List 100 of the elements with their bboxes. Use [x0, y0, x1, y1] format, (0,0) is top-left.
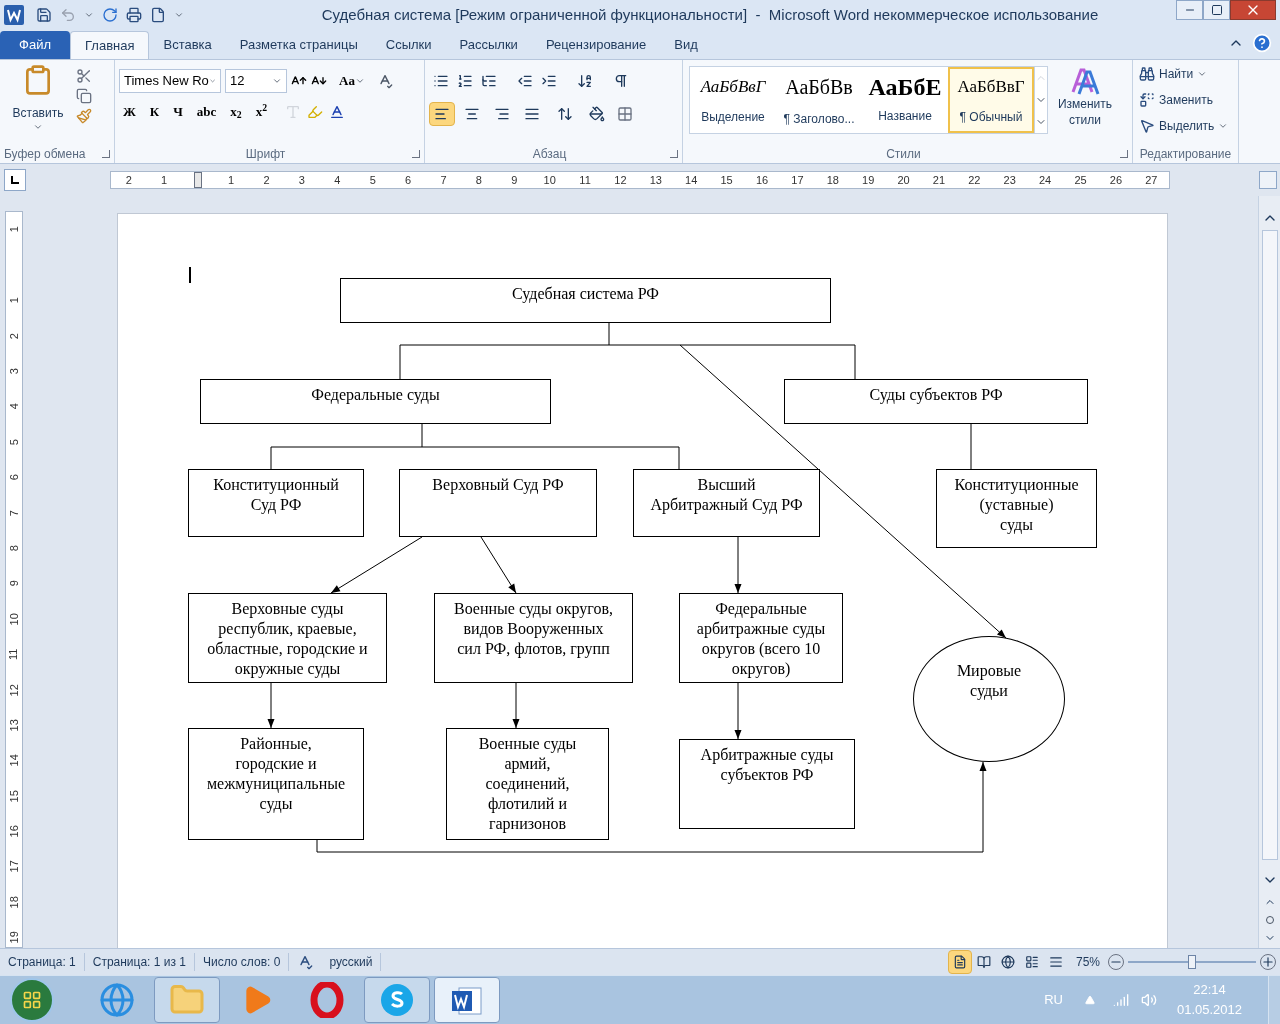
font-style-button[interactable]: К — [145, 102, 164, 122]
redo-icon[interactable] — [102, 7, 118, 23]
ruler-number: 6 — [404, 172, 413, 188]
numbered-list-icon[interactable] — [457, 73, 473, 89]
ruler-number: 27 — [1144, 172, 1159, 188]
align-icon — [494, 106, 510, 122]
maximize-button[interactable] — [1203, 0, 1230, 20]
increase-indent-icon[interactable] — [541, 73, 557, 89]
borders-icon[interactable] — [617, 106, 633, 122]
ruler-number: 2 — [262, 172, 271, 188]
ruler-number: 13 — [7, 718, 21, 734]
zoom-level[interactable]: 75% — [1067, 953, 1108, 971]
zoom-thumb[interactable] — [1188, 955, 1196, 969]
paintbrush-icon[interactable] — [76, 108, 92, 124]
ruler-number: 2 — [10, 331, 18, 341]
status-item[interactable]: Страница: 1 — [0, 953, 85, 971]
ruler-number: 18 — [825, 172, 840, 188]
close-button[interactable] — [1230, 0, 1276, 20]
ruler-number: 14 — [7, 753, 21, 769]
dialog-launcher-icon[interactable] — [1120, 150, 1128, 158]
group-label: Стили — [886, 146, 921, 163]
bullet-list-icon[interactable] — [433, 73, 449, 89]
align-icon — [464, 106, 480, 122]
ruler-number: 20 — [896, 172, 911, 188]
vertical-scrollbar[interactable] — [1258, 196, 1280, 948]
pilcrow-icon[interactable] — [613, 73, 629, 89]
ribbon-tab[interactable]: Рассылки — [445, 31, 532, 59]
ruler-number: 1 — [10, 296, 18, 306]
tab-selector[interactable] — [4, 169, 26, 191]
printer-icon[interactable] — [126, 7, 142, 23]
caret-icon — [272, 76, 282, 86]
new-document-icon[interactable] — [150, 7, 166, 23]
font-name-field[interactable]: Times New Ro — [119, 69, 221, 93]
font-color-icon[interactable] — [329, 103, 346, 120]
zoom-in-icon[interactable] — [1260, 954, 1276, 970]
editing-button[interactable]: Найти — [1139, 64, 1232, 84]
decrease-indent-icon[interactable] — [517, 73, 533, 89]
ruler-number: 11 — [8, 647, 20, 663]
save-icon[interactable] — [36, 7, 52, 23]
font-style-button[interactable]: abc — [192, 102, 221, 122]
ruler-number: 14 — [684, 172, 699, 188]
align-button[interactable] — [429, 102, 455, 126]
language-status[interactable]: русский — [321, 953, 382, 971]
status-item[interactable]: Страница: 1 из 1 — [84, 953, 195, 971]
view-button[interactable] — [947, 950, 972, 974]
change-styles-button[interactable]: Изменить стили — [1052, 66, 1118, 128]
ruler-number: 13 — [648, 172, 663, 188]
diagram-box: Федеральные арбитражные суды округов (всего 10 округов) — [679, 593, 843, 683]
dialog-launcher-icon[interactable] — [102, 150, 110, 158]
taskbar-app[interactable] — [364, 977, 430, 1023]
style-item[interactable]: АаБбВв ¶ Заголово... — [776, 67, 862, 133]
change-case-button[interactable]: Aa — [339, 71, 365, 91]
file-tab[interactable]: Файл — [0, 31, 70, 59]
word-logo-icon — [4, 5, 24, 25]
caret-icon — [208, 76, 216, 86]
ruler-number: 16 — [754, 172, 770, 188]
font-size-field[interactable]: 12 — [225, 69, 287, 93]
font-style-button[interactable]: x$^{2}$ — [251, 102, 272, 122]
style-item[interactable]: АаБбЕ Название — [862, 67, 948, 133]
paint-bucket-icon[interactable] — [589, 106, 605, 122]
sort-icon[interactable] — [577, 73, 593, 89]
status-item[interactable]: Число слов: 0 — [195, 953, 290, 971]
scissors-icon[interactable] — [76, 68, 92, 84]
copy-icon[interactable] — [76, 88, 92, 104]
start-button[interactable] — [10, 978, 54, 1022]
dialog-launcher-icon[interactable] — [412, 150, 420, 158]
font-style-button[interactable]: Ж — [119, 102, 140, 122]
paste-button[interactable]: Вставить — [8, 64, 68, 145]
ribbon-tab[interactable]: Рецензирование — [531, 31, 661, 59]
connector-line — [970, 423, 972, 470]
view-icon — [976, 955, 991, 969]
help-icon[interactable] — [1252, 33, 1272, 53]
caret-icon — [84, 10, 94, 20]
ribbon-tab[interactable]: Главная — [70, 31, 150, 59]
ribbon-tab[interactable]: Ссылки — [371, 31, 446, 59]
ruler-number: 11 — [578, 172, 592, 188]
font-style-button[interactable]: Ч — [169, 102, 187, 122]
font-style-button[interactable]: x$_{2}$ — [226, 102, 246, 122]
diagram-box: Военные суды округов, видов Вооруженных сил РФ, флотов, групп — [434, 593, 633, 683]
dialog-launcher-icon[interactable] — [670, 150, 678, 158]
taskbar-app[interactable] — [434, 977, 500, 1023]
editing-button[interactable]: Заменить — [1139, 90, 1232, 110]
proofing-icon[interactable] — [297, 954, 314, 970]
arrow — [480, 536, 517, 594]
replace-icon — [1139, 92, 1155, 108]
ruler-number: 22 — [967, 172, 982, 188]
style-item[interactable]: АаБбВвГ ¶ Обычный — [948, 67, 1034, 133]
ruler-number: 8 — [474, 172, 483, 188]
line-spacing-icon[interactable] — [557, 106, 573, 122]
arrow — [512, 682, 520, 729]
zoom-slider[interactable] — [1128, 955, 1256, 969]
ribbon-tab[interactable]: Вид — [660, 31, 712, 59]
ribbon-tab[interactable]: Вставка — [149, 31, 226, 59]
windows-logo-icon — [22, 990, 42, 1010]
ruler-number: 7 — [10, 508, 18, 518]
editing-button[interactable]: Выделить — [1139, 116, 1232, 136]
ribbon-tab[interactable]: Разметка страницы — [225, 31, 372, 59]
binoculars-icon — [1139, 66, 1155, 82]
style-item[interactable]: АаБбВвГ Выделение — [690, 67, 776, 133]
multilevel-list-icon[interactable] — [481, 73, 497, 89]
